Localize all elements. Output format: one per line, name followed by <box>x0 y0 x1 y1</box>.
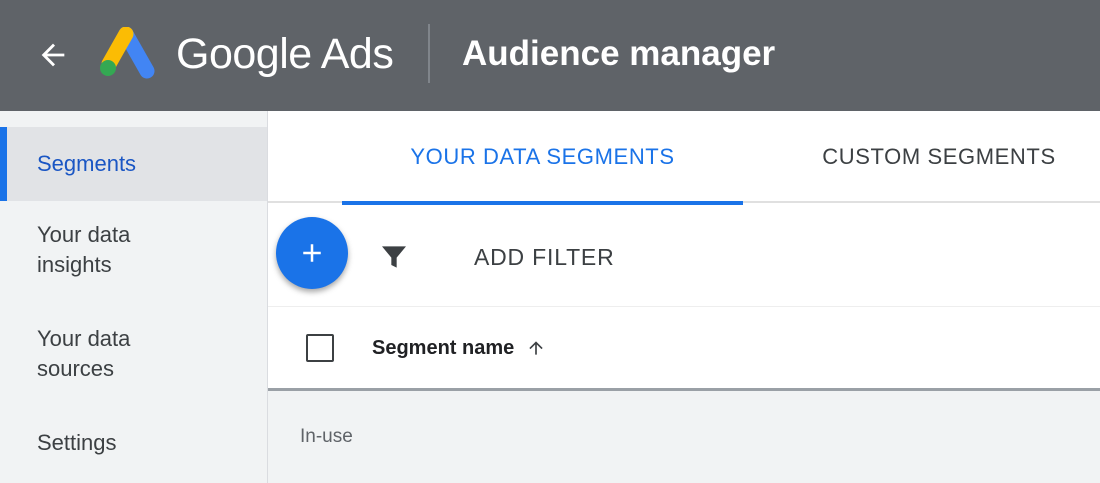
sidebar-nav: Segments Your data insights Your data so… <box>0 111 268 483</box>
page-title: Audience manager <box>462 34 776 73</box>
sidebar-item-label: Your data insights <box>37 222 131 277</box>
back-button[interactable] <box>30 32 76 78</box>
tab-label: CUSTOM SEGMENTS <box>822 144 1056 169</box>
sidebar-item-label: Segments <box>37 151 137 176</box>
segment-tabs: YOUR DATA SEGMENTS CUSTOM SEGMENTS <box>268 111 1100 205</box>
group-label: In-use <box>300 426 353 447</box>
add-filter-button[interactable]: ADD FILTER <box>474 241 614 273</box>
column-header-segment-name[interactable]: Segment name <box>372 333 546 363</box>
sidebar-item-your-data-insights[interactable]: Your data insights <box>0 220 160 280</box>
tab-label: YOUR DATA SEGMENTS <box>410 144 675 169</box>
arrow-back-icon <box>41 43 65 67</box>
plus-icon <box>303 244 321 262</box>
sidebar-item-your-data-sources[interactable]: Your data sources <box>0 324 160 384</box>
table-toolbar: ADD FILTER <box>268 205 1100 307</box>
google-ads-logo-icon <box>100 27 155 79</box>
product-name: Google Ads <box>176 30 394 78</box>
sidebar-item-label: Settings <box>37 430 117 455</box>
sidebar-item-label: Your data sources <box>37 326 131 381</box>
add-segment-button[interactable] <box>276 217 348 289</box>
main-content: YOUR DATA SEGMENTS CUSTOM SEGMENTS ADD F… <box>268 111 1100 483</box>
tab-your-data-segments[interactable]: YOUR DATA SEGMENTS <box>342 141 743 205</box>
column-header-label: Segment name <box>372 337 515 359</box>
select-all-checkbox[interactable] <box>306 334 334 362</box>
app-header: Google Ads Audience manager <box>0 0 1100 111</box>
arrow-up-icon <box>529 341 543 355</box>
tab-custom-segments[interactable]: CUSTOM SEGMENTS <box>784 141 1094 203</box>
sidebar-item-segments[interactable]: Segments <box>0 127 267 201</box>
table-header-row: Segment name <box>268 307 1100 391</box>
sidebar-item-settings[interactable]: Settings <box>0 428 267 458</box>
group-row-in-use: In-use <box>268 391 1100 483</box>
header-divider <box>428 24 430 83</box>
filter-funnel-icon[interactable] <box>378 241 410 273</box>
